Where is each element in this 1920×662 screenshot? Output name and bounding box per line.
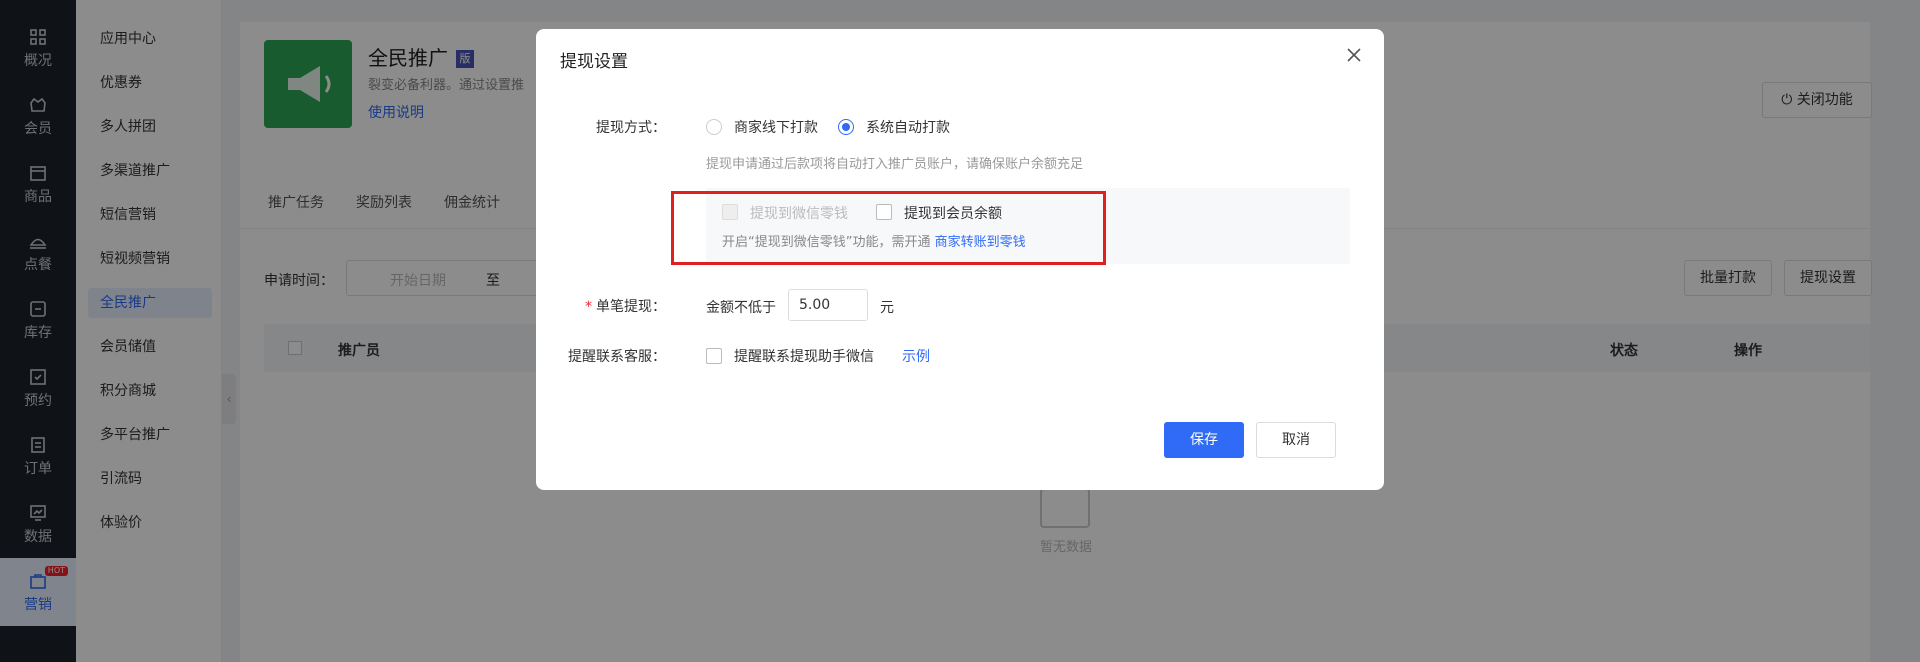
option-offline-payment: 商家线下打款 bbox=[734, 120, 818, 136]
option-auto-payment: 系统自动打款 bbox=[866, 120, 950, 136]
radio-offline-payment[interactable] bbox=[706, 119, 722, 135]
min-amount-input[interactable]: 5.00 bbox=[788, 289, 868, 321]
withdraw-settings-dialog: 提现设置 提现方式： 商家线下打款 系统自动打款 提现申请通过后款项将自动打入推… bbox=[536, 29, 1384, 490]
single-withdraw-label-text: 单笔提现： bbox=[596, 299, 666, 315]
remind-label: 提醒联系客服： bbox=[568, 349, 666, 365]
cancel-button[interactable]: 取消 bbox=[1256, 422, 1336, 458]
amount-unit: 元 bbox=[880, 300, 894, 316]
method-hint: 提现申请通过后款项将自动打入推广员账户，请确保账户余额充足 bbox=[706, 157, 1084, 172]
single-withdraw-label: * 单笔提现： bbox=[546, 296, 666, 316]
min-amount-prefix: 金额不低于 bbox=[706, 300, 776, 316]
option-remind-assistant: 提醒联系提现助手微信 bbox=[734, 349, 874, 365]
method-label: 提现方式： bbox=[596, 120, 666, 136]
dialog-title: 提现设置 bbox=[560, 52, 628, 72]
checkbox-remind-assistant[interactable] bbox=[706, 348, 722, 364]
save-button[interactable]: 保存 bbox=[1164, 422, 1244, 458]
highlight-box bbox=[671, 191, 1106, 265]
required-mark: * bbox=[585, 299, 592, 315]
example-link[interactable]: 示例 bbox=[902, 346, 930, 366]
dialog-header: 提现设置 bbox=[536, 29, 1384, 85]
close-icon[interactable] bbox=[1344, 45, 1364, 65]
radio-auto-payment[interactable] bbox=[838, 119, 854, 135]
